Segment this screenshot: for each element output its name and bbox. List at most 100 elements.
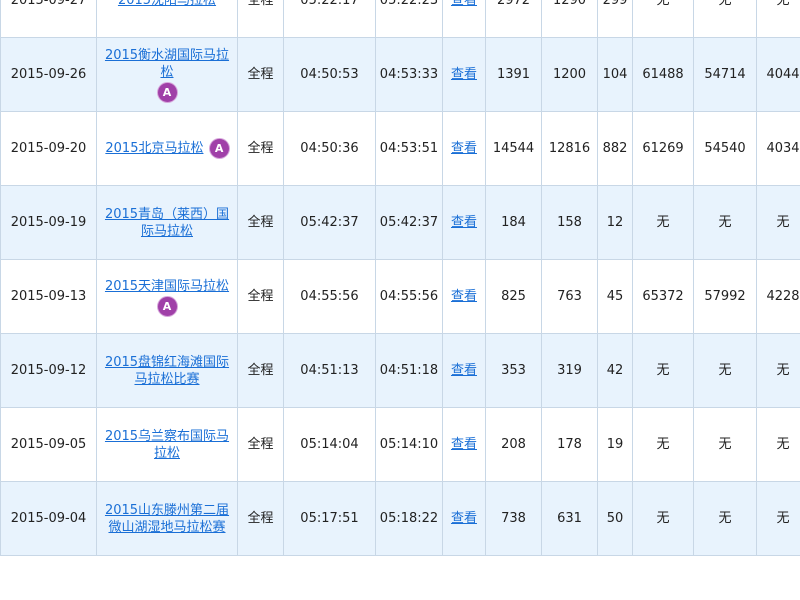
race-name-link[interactable]: 2015盘锦红海滩国际马拉松比赛 — [105, 355, 229, 387]
stat-cell-6: 4228 — [756, 259, 800, 334]
stat-cell-1: 825 — [485, 259, 542, 334]
gun-time-cell: 05:22:17 — [283, 0, 376, 38]
stat-cell-5: 无 — [693, 333, 757, 408]
race-name-cell: 2015青岛（莱西）国际马拉松 — [96, 185, 238, 260]
stat-cell-5: 54540 — [693, 111, 757, 186]
race-name-cell: 2015乌兰察布国际马拉松 — [96, 407, 238, 482]
stat-cell-4: 65372 — [632, 259, 694, 334]
stat-cell-3: 12 — [597, 185, 633, 260]
date-cell: 2015-09-05 — [0, 407, 97, 482]
race-type-cell: 全程 — [237, 259, 284, 334]
stat-cell-5: 无 — [693, 407, 757, 482]
results-table: 2015-09-27 2015沈阳马拉松 全程 05:22:17 05:22:23 查看 2… — [0, 0, 800, 556]
stat-cell-4: 无 — [632, 0, 694, 38]
stat-cell-3: 42 — [597, 333, 633, 408]
race-name-link[interactable]: 2015沈阳马拉松 — [118, 0, 216, 8]
stat-cell-6: 4034 — [756, 111, 800, 186]
race-name-link[interactable]: 2015乌兰察布国际马拉松 — [105, 429, 229, 461]
stat-cell-2: 1200 — [541, 37, 598, 112]
stat-cell-3: 45 — [597, 259, 633, 334]
date-cell: 2015-09-20 — [0, 111, 97, 186]
stat-cell-6: 无 — [756, 333, 800, 408]
view-link[interactable]: 查看 — [451, 0, 477, 8]
race-name-link[interactable]: 2015天津国际马拉松 — [105, 279, 229, 294]
table-row: 2015-09-13 2015天津国际马拉松 A 全程 04:55:56 04:55:56… — [0, 259, 800, 334]
view-cell: 查看 — [442, 259, 486, 334]
gun-time-cell: 04:51:13 — [283, 333, 376, 408]
gun-time-cell: 04:50:36 — [283, 111, 376, 186]
view-link[interactable]: 查看 — [451, 289, 477, 304]
table-row: 2015-09-19 2015青岛（莱西）国际马拉松 全程 05:42:37 05:42… — [0, 185, 800, 260]
race-name-link[interactable]: 2015山东滕州第二届微山湖湿地马拉松赛 — [105, 503, 229, 535]
date-cell: 2015-09-13 — [0, 259, 97, 334]
net-time-cell: 04:53:33 — [375, 37, 443, 112]
net-time-cell: 05:22:23 — [375, 0, 443, 38]
view-link[interactable]: 查看 — [451, 141, 477, 156]
stat-cell-6: 4044 — [756, 37, 800, 112]
stat-cell-4: 无 — [632, 481, 694, 556]
race-name-link[interactable]: 2015青岛（莱西）国际马拉松 — [105, 207, 229, 239]
table-row: 2015-09-26 2015衡水湖国际马拉松 A 全程 04:50:53 04:53:3… — [0, 37, 800, 112]
stat-cell-4: 无 — [632, 407, 694, 482]
stat-cell-3: 19 — [597, 407, 633, 482]
stat-cell-2: 1290 — [541, 0, 598, 38]
stat-cell-1: 208 — [485, 407, 542, 482]
race-name-link[interactable]: 2015北京马拉松 — [105, 141, 203, 156]
stat-cell-1: 1391 — [485, 37, 542, 112]
view-cell: 查看 — [442, 37, 486, 112]
view-cell: 查看 — [442, 0, 486, 38]
stat-cell-3: 104 — [597, 37, 633, 112]
race-name-cell: 2015衡水湖国际马拉松 A — [96, 37, 238, 112]
date-cell: 2015-09-27 — [0, 0, 97, 38]
gun-time-cell: 05:14:04 — [283, 407, 376, 482]
view-link[interactable]: 查看 — [451, 67, 477, 82]
stat-cell-5: 无 — [693, 185, 757, 260]
view-cell: 查看 — [442, 111, 486, 186]
view-link[interactable]: 查看 — [451, 511, 477, 526]
race-type-cell: 全程 — [237, 111, 284, 186]
view-cell: 查看 — [442, 185, 486, 260]
date-cell: 2015-09-26 — [0, 37, 97, 112]
stat-cell-4: 无 — [632, 185, 694, 260]
date-cell: 2015-09-12 — [0, 333, 97, 408]
net-time-cell: 05:18:22 — [375, 481, 443, 556]
stat-cell-2: 763 — [541, 259, 598, 334]
net-time-cell: 05:42:37 — [375, 185, 443, 260]
a-grade-badge-icon: A — [157, 83, 177, 102]
stat-cell-5: 54714 — [693, 37, 757, 112]
stat-cell-4: 无 — [632, 333, 694, 408]
table-row: 2015-09-04 2015山东滕州第二届微山湖湿地马拉松赛 全程 05:17:51… — [0, 481, 800, 556]
table-row: 2015-09-05 2015乌兰察布国际马拉松 全程 05:14:04 05:14:1… — [0, 407, 800, 482]
table-row: 2015-09-12 2015盘锦红海滩国际马拉松比赛 全程 04:51:13 04:5… — [0, 333, 800, 408]
date-cell: 2015-09-04 — [0, 481, 97, 556]
stat-cell-3: 882 — [597, 111, 633, 186]
stat-cell-4: 61488 — [632, 37, 694, 112]
race-name-cell: 2015天津国际马拉松 A — [96, 259, 238, 334]
stat-cell-1: 14544 — [485, 111, 542, 186]
race-type-cell: 全程 — [237, 185, 284, 260]
net-time-cell: 04:51:18 — [375, 333, 443, 408]
view-link[interactable]: 查看 — [451, 215, 477, 230]
stat-cell-6: 无 — [756, 185, 800, 260]
view-link[interactable]: 查看 — [451, 363, 477, 378]
results-body: 2015-09-27 2015沈阳马拉松 全程 05:22:17 05:22:23 查看 2… — [0, 0, 800, 556]
stat-cell-6: 无 — [756, 407, 800, 482]
stat-cell-6: 无 — [756, 481, 800, 556]
race-type-cell: 全程 — [237, 37, 284, 112]
gun-time-cell: 04:55:56 — [283, 259, 376, 334]
a-grade-badge-icon: A — [209, 139, 229, 158]
stat-cell-1: 353 — [485, 333, 542, 408]
race-type-cell: 全程 — [237, 481, 284, 556]
stat-cell-5: 无 — [693, 0, 757, 38]
gun-time-cell: 05:42:37 — [283, 185, 376, 260]
gun-time-cell: 04:50:53 — [283, 37, 376, 112]
stat-cell-2: 178 — [541, 407, 598, 482]
view-link[interactable]: 查看 — [451, 437, 477, 452]
stat-cell-6: 无 — [756, 0, 800, 38]
stat-cell-2: 631 — [541, 481, 598, 556]
date-cell: 2015-09-19 — [0, 185, 97, 260]
stat-cell-1: 738 — [485, 481, 542, 556]
gun-time-cell: 05:17:51 — [283, 481, 376, 556]
race-name-link[interactable]: 2015衡水湖国际马拉松 — [105, 48, 229, 80]
table-row: 2015-09-20 2015北京马拉松 A 全程 04:50:36 04:53:51 查… — [0, 111, 800, 186]
